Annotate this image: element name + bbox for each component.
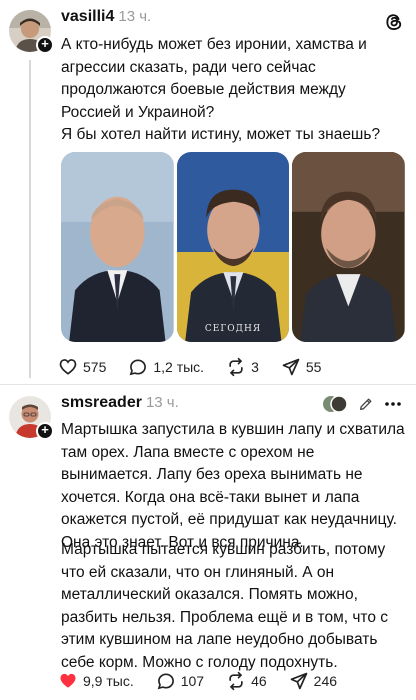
- comment-button[interactable]: 107: [156, 671, 204, 691]
- reply-header-icons: [322, 395, 402, 413]
- send-icon: [282, 358, 300, 376]
- post-photo-2[interactable]: СЕГОДНЯ: [176, 152, 290, 342]
- heart-filled-icon: [60, 673, 76, 688]
- reply-post: + smsreader 13 ч. Мартышка запустила в ку…: [0, 386, 416, 700]
- reply-actions: 9,9 тыс. 107 46 246: [58, 671, 359, 691]
- post-author-name[interactable]: vasilli4: [61, 8, 114, 25]
- send-icon: [290, 672, 307, 690]
- thread-line: [29, 60, 31, 378]
- follow-plus-icon[interactable]: +: [36, 422, 54, 440]
- comment-count: 1,2 тыс.: [153, 359, 205, 375]
- like-count: 9,9 тыс.: [83, 673, 134, 689]
- repost-count: 46: [251, 673, 267, 689]
- post-photo-1[interactable]: [61, 152, 174, 342]
- more-options-icon[interactable]: [384, 401, 402, 407]
- repost-button[interactable]: 46: [226, 671, 267, 691]
- post-actions: 575 1,2 тыс. 3 55: [58, 357, 343, 377]
- post-text-paragraph: Я бы хотел найти истину, может ты знаешь…: [61, 126, 381, 143]
- post: + vasilli4 13 ч. А кто-нибудь может без и…: [0, 0, 416, 384]
- share-count: 246: [313, 673, 338, 689]
- reply-author-name[interactable]: smsreader: [61, 394, 142, 411]
- repost-icon: [229, 671, 243, 691]
- comment-count: 107: [180, 673, 205, 689]
- repost-count: 3: [251, 359, 259, 375]
- post-photo-3[interactable]: [292, 152, 406, 342]
- repost-icon: [229, 357, 243, 377]
- like-count: 575: [83, 359, 107, 375]
- share-button[interactable]: 246: [289, 671, 337, 691]
- post-author-row: vasilli4 13 ч.: [61, 8, 151, 26]
- share-count: 55: [305, 359, 322, 375]
- liked-by-avatars-icon[interactable]: [322, 395, 348, 413]
- post-text-paragraph: А кто-нибудь может без иронии, хамства и…: [61, 36, 367, 121]
- reply-author-row: smsreader 13 ч.: [61, 394, 179, 412]
- reply-timestamp: 13 ч.: [145, 394, 179, 411]
- share-button[interactable]: 55: [281, 357, 322, 377]
- photo-watermark: СЕГОДНЯ: [204, 324, 262, 334]
- like-button[interactable]: 9,9 тыс.: [58, 671, 134, 691]
- edit-pencil-icon[interactable]: [358, 396, 374, 412]
- heart-icon: [59, 359, 77, 375]
- post-timestamp: 13 ч.: [118, 8, 152, 25]
- follow-plus-icon[interactable]: +: [36, 36, 54, 54]
- like-button[interactable]: 575: [58, 357, 106, 377]
- reply-text-paragraph: Мартышка пытается кувшин разбить, потому…: [61, 541, 389, 671]
- post-photo-gallery[interactable]: СЕГОДНЯ: [61, 152, 406, 342]
- comment-icon: [130, 359, 147, 376]
- repost-button[interactable]: 3: [226, 357, 259, 377]
- reply-text-paragraph: Мартышка запустила в кувшин лапу и схват…: [61, 421, 405, 551]
- post-divider: [0, 384, 416, 385]
- comment-button[interactable]: 1,2 тыс.: [128, 357, 204, 377]
- comment-icon: [157, 673, 174, 690]
